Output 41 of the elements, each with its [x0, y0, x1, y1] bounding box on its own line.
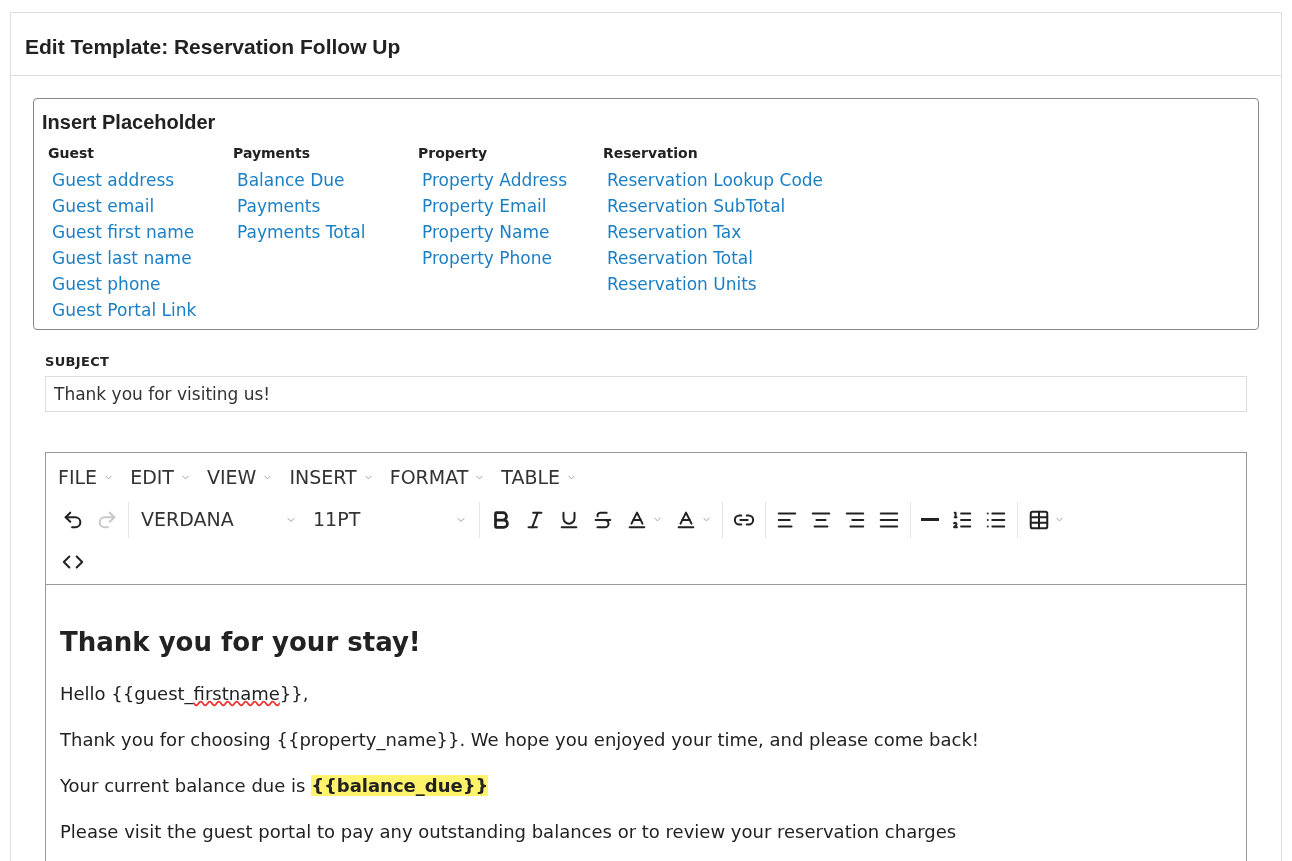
subject-label: SUBJECT: [45, 352, 111, 371]
placeholder-link[interactable]: Reservation Tax: [607, 218, 742, 245]
placeholder-link[interactable]: Property Email: [422, 192, 547, 219]
placeholder-link[interactable]: Guest last name: [52, 244, 192, 271]
placeholder-link[interactable]: Property Phone: [422, 244, 552, 271]
group-heading: Reservation: [603, 143, 698, 163]
font-size-dropdown[interactable]: 11PT: [305, 501, 475, 538]
menu-item[interactable]: EDIT: [124, 463, 197, 492]
subject-field[interactable]: Thank you for visiting us!: [45, 376, 1247, 412]
placeholder-link[interactable]: Balance Due: [237, 166, 345, 193]
menu-item[interactable]: TABLE: [495, 463, 584, 492]
menu-item[interactable]: FORMAT: [383, 463, 492, 492]
placeholder-link[interactable]: Guest email: [52, 192, 155, 219]
menu-item[interactable]: VIEW: [201, 463, 280, 492]
placeholder-link[interactable]: Reservation SubTotal: [607, 192, 786, 219]
placeholder-link[interactable]: Reservation Lookup Code: [607, 166, 824, 193]
font-family-dropdown[interactable]: VERDANA: [133, 501, 305, 538]
horizontal-line-icon: [921, 518, 939, 521]
email-paragraph: Thank you for choosing {{property_name}}. We hope you enjoyed your time, and please come back!: [60, 727, 981, 753]
placeholder-link[interactable]: Reservation Total: [607, 244, 753, 271]
group-heading: Payments: [233, 143, 311, 163]
placeholder-link[interactable]: Reservation Units: [607, 270, 757, 297]
placeholder-link[interactable]: Guest address: [52, 166, 175, 193]
email-heading: Thank you for your stay!: [60, 625, 422, 659]
menu-item[interactable]: INSERT: [283, 463, 380, 492]
page-title: Edit Template: Reservation Follow Up: [25, 34, 402, 60]
menu-item[interactable]: FILE: [52, 463, 121, 492]
group-heading: Property: [418, 143, 488, 163]
placeholder-link[interactable]: Guest first name: [52, 218, 195, 245]
placeholder-link[interactable]: Guest Portal Link: [52, 296, 197, 323]
table-icon: [1028, 508, 1050, 531]
placeholder-link[interactable]: Property Address: [422, 166, 568, 193]
email-paragraph: Please visit the guest portal to pay any outstanding balances or to review your reservation charges: [60, 819, 958, 844]
placeholder-link[interactable]: Payments: [237, 192, 321, 219]
email-paragraph: Your current balance due is {{balance_due}}: [60, 773, 490, 798]
placeholder-link[interactable]: Property Name: [422, 218, 550, 245]
placeholder-link[interactable]: Guest phone: [52, 270, 161, 297]
group-heading: Guest: [48, 143, 94, 163]
placeholder-link[interactable]: Payments Total: [237, 218, 366, 245]
email-paragraph: Hello {{guest_firstname}},: [60, 681, 310, 707]
panel-title: Insert Placeholder: [42, 109, 217, 135]
